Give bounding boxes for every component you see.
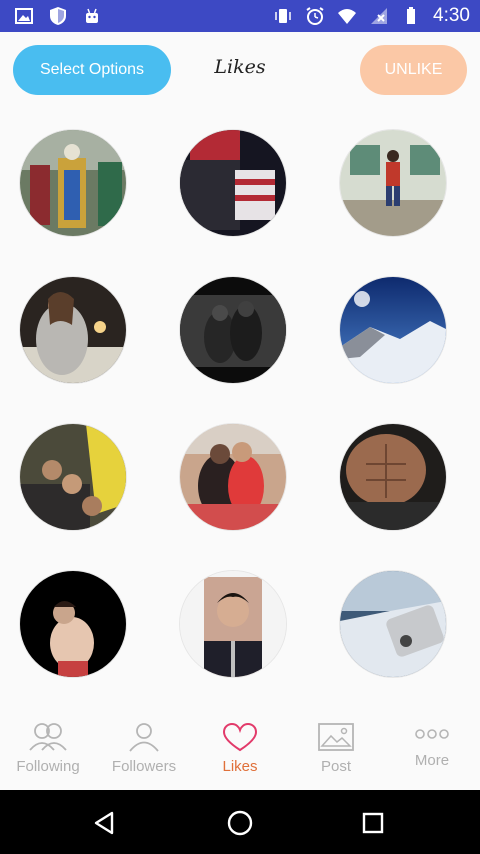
system-nav-bar: [0, 790, 480, 854]
home-button[interactable]: [223, 806, 257, 840]
following-icon: [29, 723, 67, 751]
battery-icon: [407, 7, 416, 24]
image-icon: [15, 8, 33, 24]
recents-icon: [362, 812, 384, 834]
more-icon: [415, 729, 449, 739]
image-icon: [318, 723, 354, 751]
vibrate-icon: [275, 9, 291, 23]
bottom-tab-bar: Following Followers Likes Post More: [0, 708, 480, 790]
tab-post[interactable]: Post: [288, 708, 384, 790]
signal-icon: [371, 8, 388, 24]
tab-following[interactable]: Following: [0, 708, 96, 790]
tab-followers-label: Followers: [111, 758, 177, 775]
back-icon: [94, 811, 114, 835]
status-bar-left: [14, 6, 102, 26]
liked-photo-8[interactable]: [180, 424, 286, 530]
tab-followers[interactable]: Followers: [96, 708, 192, 790]
status-time: 4:30: [433, 5, 470, 26]
back-button[interactable]: [88, 806, 122, 840]
liked-photo-1[interactable]: [20, 130, 126, 236]
select-options-button[interactable]: Select Options: [13, 45, 171, 95]
tab-likes-label: Likes: [222, 758, 258, 775]
liked-photo-5[interactable]: [180, 277, 286, 383]
tab-more-label: More: [414, 752, 450, 769]
tab-more[interactable]: More: [384, 708, 480, 790]
followers-icon: [129, 723, 159, 752]
liked-photo-12[interactable]: [340, 571, 446, 677]
tab-likes[interactable]: Likes: [192, 708, 288, 790]
liked-photo-2[interactable]: [180, 130, 286, 236]
liked-photo-11[interactable]: [180, 571, 286, 677]
tab-following-label: Following: [16, 758, 80, 775]
android-icon: [86, 8, 98, 23]
header: Select Options Likes UNLIKE: [0, 32, 480, 108]
shield-icon: [50, 7, 66, 25]
liked-photo-7[interactable]: [20, 424, 126, 530]
liked-photos-grid: [0, 108, 480, 708]
liked-photo-4[interactable]: [20, 277, 126, 383]
alarm-icon: [306, 7, 324, 25]
liked-photo-3[interactable]: [340, 130, 446, 236]
heart-icon: [222, 722, 258, 752]
status-bar: 4:30: [0, 0, 480, 32]
wifi-icon: [338, 9, 357, 24]
tab-post-label: Post: [320, 758, 351, 775]
unlike-button[interactable]: UNLIKE: [360, 45, 467, 95]
page-title: Likes: [214, 56, 266, 78]
liked-photo-9[interactable]: [340, 424, 446, 530]
liked-photo-10[interactable]: [20, 571, 126, 677]
status-bar-right: 4:30: [273, 5, 470, 27]
recents-button[interactable]: [356, 806, 390, 840]
home-icon: [227, 810, 253, 836]
liked-photo-6[interactable]: [340, 277, 446, 383]
